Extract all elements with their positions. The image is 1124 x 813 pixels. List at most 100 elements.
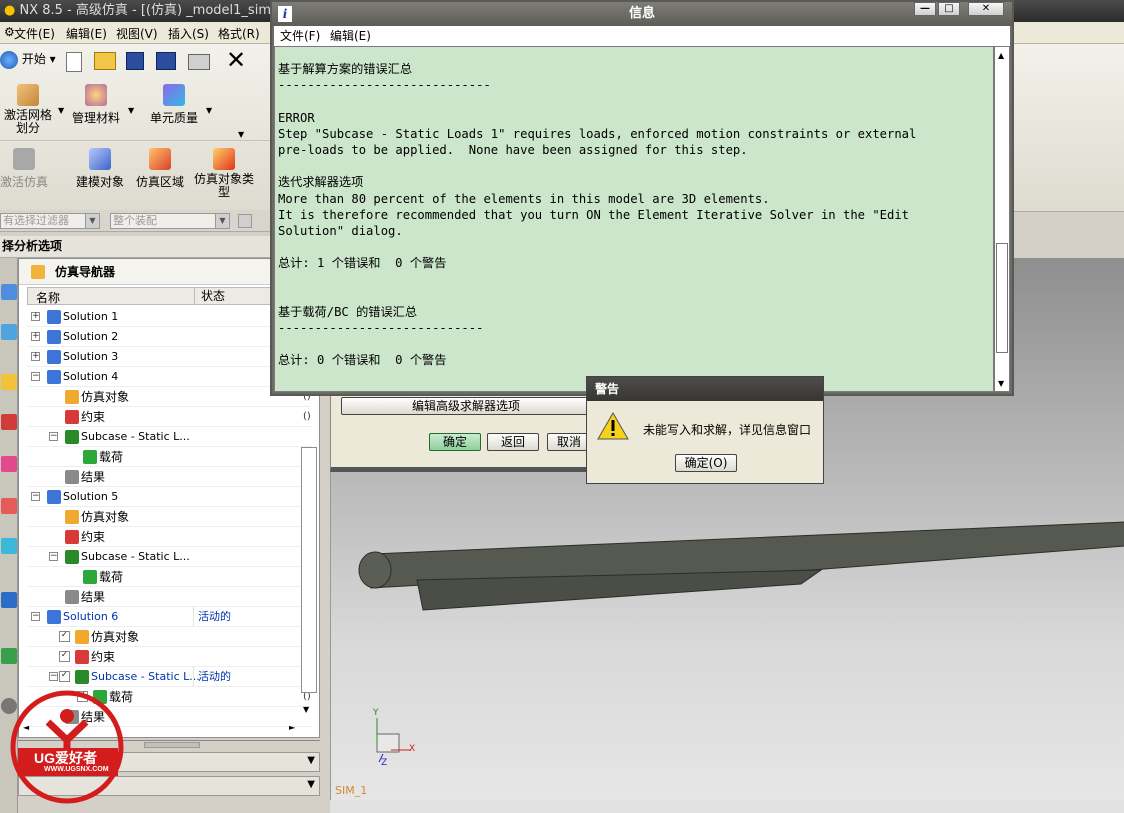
expand-toggle-icon[interactable]: −	[31, 612, 40, 621]
nav-icon[interactable]	[1, 284, 17, 300]
open-folder-icon[interactable]	[94, 52, 116, 70]
expand-toggle-icon[interactable]: −	[49, 432, 58, 441]
palette-icon[interactable]	[1, 538, 17, 554]
warning-title-bar[interactable]: 警告	[587, 377, 823, 401]
navigator-row[interactable]: 载荷()	[27, 447, 311, 467]
navigator-icon	[31, 265, 45, 279]
constraint-icon[interactable]	[1, 414, 17, 430]
activate-mesh-button[interactable]: 激活网格划分	[0, 84, 56, 135]
scroll-down-icon[interactable]: ▼	[998, 379, 1004, 388]
expand-toggle-icon[interactable]: +	[31, 332, 40, 341]
close-button[interactable]: ✕	[968, 2, 1004, 16]
navigator-row-label: 仿真对象	[81, 390, 130, 404]
part-nav-icon[interactable]	[1, 324, 17, 340]
info-text-line	[278, 288, 993, 304]
checkbox[interactable]: ✓	[59, 631, 70, 642]
menu-view[interactable]: 视图(V)	[116, 25, 158, 42]
element-quality-button[interactable]: 单元质量	[148, 84, 200, 126]
scroll-up-icon[interactable]: ▲	[998, 51, 1004, 60]
scroll-thumb[interactable]	[996, 243, 1008, 353]
navigator-row[interactable]: 仿真对象()	[27, 507, 311, 527]
print-icon[interactable]	[188, 54, 210, 70]
save-as-icon[interactable]	[156, 52, 176, 70]
expand-toggle-icon[interactable]: +	[31, 352, 40, 361]
navigator-row[interactable]: 结果	[27, 467, 311, 487]
navigator-row[interactable]: − Solution 4	[27, 367, 311, 387]
menu-insert[interactable]: 插入(S)	[168, 25, 209, 42]
navigator-row[interactable]: 约束()	[27, 527, 311, 547]
scroll-thumb[interactable]	[144, 742, 200, 748]
web-icon[interactable]	[1, 498, 17, 514]
navigator-row[interactable]: + Solution 2	[27, 327, 311, 347]
chevron-down-icon[interactable]: ▼	[238, 130, 244, 139]
expand-toggle-icon[interactable]: −	[31, 372, 40, 381]
sim-region-button[interactable]: 仿真区域	[134, 148, 186, 190]
wifi-icon[interactable]	[1, 592, 17, 608]
ok-button[interactable]: 确定	[429, 433, 481, 451]
navigator-row[interactable]: 结果	[27, 587, 311, 607]
delete-icon[interactable]: ✕	[226, 48, 246, 72]
navigator-row[interactable]: − Solution 5	[27, 487, 311, 507]
chevron-down-icon[interactable]: ▼	[206, 106, 212, 115]
expand-toggle-icon[interactable]: −	[31, 492, 40, 501]
mesh-icon	[17, 84, 39, 106]
assembly-select[interactable]: 整个装配 ▼	[110, 213, 230, 229]
info-icon: i	[278, 6, 292, 22]
column-name[interactable]: 名称	[36, 289, 60, 306]
info-text-line	[278, 239, 993, 255]
warning-ok-button[interactable]: 确定(O)	[675, 454, 737, 472]
info-window-title-bar[interactable]: i 信息 — □ ✕	[272, 2, 1012, 26]
minimize-button[interactable]: —	[914, 2, 936, 16]
checkbox[interactable]: ✓	[59, 671, 70, 682]
checkbox[interactable]: ✓	[59, 651, 70, 662]
manage-materials-button[interactable]: 管理材料	[70, 84, 122, 126]
navigator-row[interactable]: − ✓ Subcase - Static L... 活动的	[27, 667, 311, 687]
navigator-row[interactable]: ✓约束()	[27, 647, 311, 667]
menu-edit[interactable]: 编辑(E)	[66, 25, 107, 42]
scroll-down-icon[interactable]: ▼	[303, 705, 309, 714]
navigator-scrollbar[interactable]	[301, 447, 317, 693]
filter-icon[interactable]	[238, 214, 252, 228]
system-icon[interactable]	[1, 648, 17, 664]
info-menu-edit[interactable]: 编辑(E)	[330, 26, 371, 46]
sim-object-type-button[interactable]: 仿真对象类型	[192, 148, 256, 199]
subcase-icon	[65, 430, 79, 444]
new-file-icon[interactable]	[66, 52, 82, 72]
navigator-row[interactable]: − Subcase - Static L...	[27, 427, 311, 447]
navigator-row[interactable]: 载荷()	[27, 567, 311, 587]
menu-file[interactable]: 文件(E)	[14, 25, 55, 42]
column-status[interactable]: 状态	[194, 288, 225, 304]
chevron-down-icon: ▼	[85, 214, 99, 228]
activate-sim-button[interactable]: 激活仿真	[0, 148, 48, 190]
selection-filter-select[interactable]: 有选择过滤器 ▼	[0, 213, 100, 229]
modeling-objects-button[interactable]: 建模对象	[74, 148, 126, 190]
scroll-right-icon[interactable]: ►	[289, 723, 295, 732]
navigator-row[interactable]: + Solution 3	[27, 347, 311, 367]
expand-toggle-icon[interactable]: +	[31, 312, 40, 321]
modeling-objects-icon	[89, 148, 111, 170]
maximize-button[interactable]: □	[938, 2, 960, 16]
edit-solver-options-button[interactable]: 编辑高级求解器选项	[341, 397, 591, 415]
navigator-row[interactable]: − Solution 6 活动的	[27, 607, 311, 627]
save-icon[interactable]	[126, 52, 144, 70]
info-text-line: pre-loads to be applied. None have been …	[278, 142, 748, 157]
back-button[interactable]: 返回	[487, 433, 539, 451]
navigator-row[interactable]: + Solution 1	[27, 307, 311, 327]
navigator-row[interactable]: ✓仿真对象()	[27, 627, 311, 647]
info-menu-file[interactable]: 文件(F)	[280, 26, 320, 46]
chevron-down-icon[interactable]: ▼	[128, 106, 134, 115]
navigator-row[interactable]: 仿真对象()	[27, 387, 311, 407]
history-icon[interactable]	[1, 374, 17, 390]
expand-toggle-icon[interactable]: −	[49, 672, 58, 681]
info-scrollbar[interactable]: ▲ ▼	[994, 46, 1010, 392]
roles-icon[interactable]	[1, 456, 17, 472]
navigator-row[interactable]: 约束()	[27, 407, 311, 427]
start-button[interactable]: 开始 ▾	[0, 50, 56, 69]
navigator-row[interactable]: − Subcase - Static L...	[27, 547, 311, 567]
chevron-down-icon[interactable]: ▼	[58, 106, 64, 115]
info-text-area[interactable]: 基于解算方案的错误汇总 -----------------------------…	[274, 46, 994, 392]
solution-icon	[47, 370, 61, 384]
menu-format[interactable]: 格式(R)	[218, 25, 260, 42]
cancel-button[interactable]: 取消	[547, 433, 591, 451]
expand-toggle-icon[interactable]: −	[49, 552, 58, 561]
